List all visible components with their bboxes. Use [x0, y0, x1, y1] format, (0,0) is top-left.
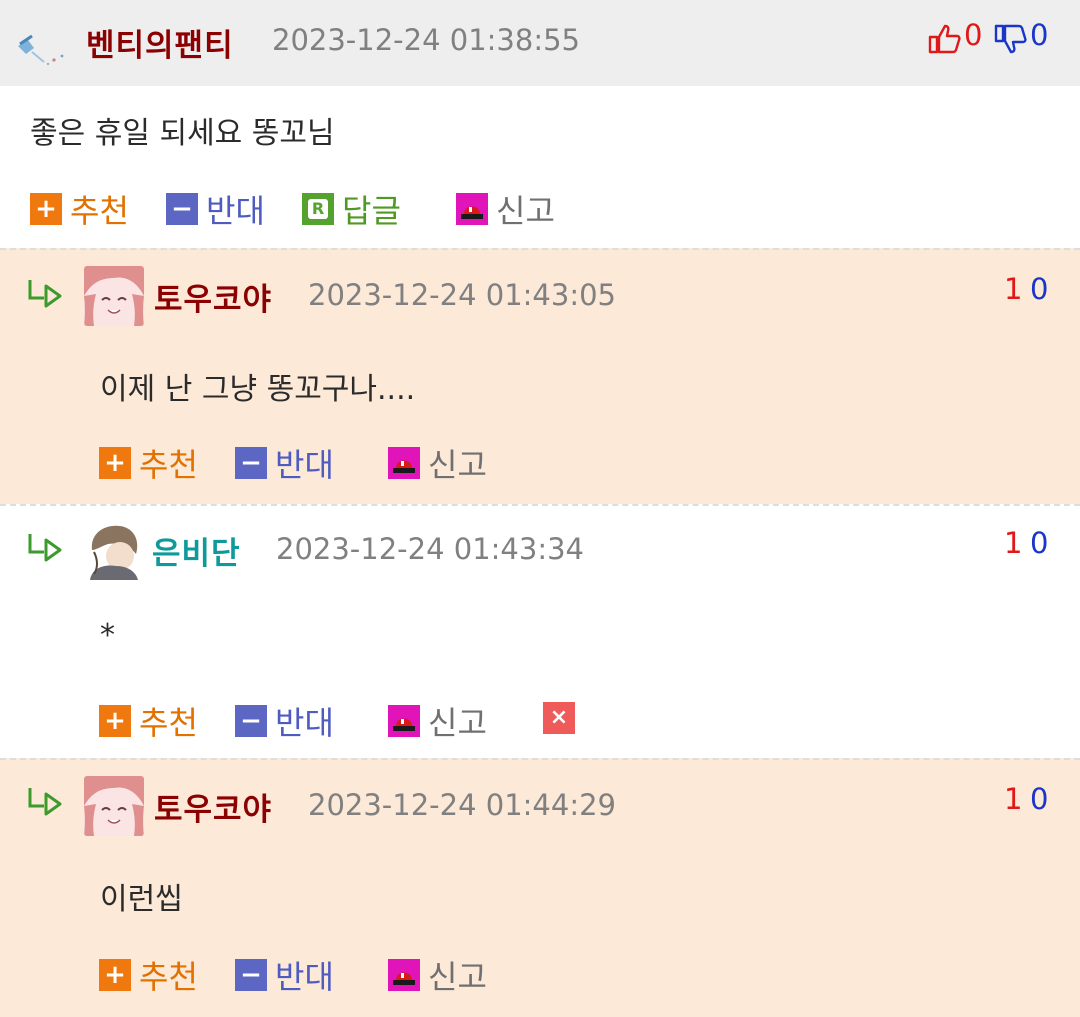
comment-author[interactable]: 벤티의팬티 — [86, 20, 234, 65]
oppose-button[interactable]: − 반대 — [235, 440, 334, 486]
comment-body: * — [100, 618, 115, 653]
recommend-button[interactable]: + 추천 — [99, 698, 198, 744]
siren-icon — [388, 959, 420, 991]
siren-icon — [456, 193, 488, 225]
recommend-button[interactable]: + 추천 — [99, 952, 198, 998]
reply-comment-item: 은비단 2023-12-24 01:43:34 1 0 * + 추천 − 반대 … — [0, 504, 1080, 760]
oppose-label: 반대 — [206, 192, 265, 230]
recommend-label: 추천 — [70, 192, 129, 230]
comment-timestamp: 2023-12-24 01:43:05 — [308, 278, 616, 312]
comment-timestamp: 2023-12-24 01:38:55 — [272, 23, 580, 57]
report-button[interactable]: 신고 — [456, 186, 555, 232]
oppose-button[interactable]: − 반대 — [235, 952, 334, 998]
recommend-label: 추천 — [139, 446, 198, 484]
oppose-button[interactable]: − 반대 — [235, 698, 334, 744]
report-button[interactable]: 신고 — [388, 440, 487, 486]
oppose-label: 반대 — [275, 446, 334, 484]
plus-icon: + — [99, 447, 131, 479]
comment-timestamp: 2023-12-24 01:44:29 — [308, 788, 616, 822]
downvote-count: 0 — [1030, 526, 1049, 560]
reply-comment-item: 토우코야 2023-12-24 01:44:29 1 0 이런씹 + 추천 − … — [0, 758, 1080, 1017]
report-label: 신고 — [428, 704, 487, 742]
oppose-button[interactable]: − 반대 — [166, 186, 265, 232]
close-icon: × — [543, 702, 575, 734]
comment-body: 이런씹 — [100, 882, 183, 917]
comment-header: 벤티의팬티 2023-12-24 01:38:55 0 0 — [0, 0, 1080, 86]
oppose-label: 반대 — [275, 704, 334, 742]
report-button[interactable]: 신고 — [388, 952, 487, 998]
minus-icon: − — [166, 193, 198, 225]
upvote-count: 0 — [964, 18, 983, 52]
comment-body: 이제 난 그냥 똥꼬구나.... — [100, 372, 416, 407]
plus-icon: + — [30, 193, 62, 225]
reply-label: 답글 — [342, 192, 401, 230]
avatar[interactable] — [84, 776, 144, 836]
thumbs-down-icon[interactable] — [994, 24, 1028, 54]
comment-timestamp: 2023-12-24 01:43:34 — [276, 532, 584, 566]
oppose-label: 반대 — [275, 958, 334, 996]
report-label: 신고 — [496, 192, 555, 230]
comment-author[interactable]: 토우코야 — [154, 784, 272, 829]
report-label: 신고 — [428, 958, 487, 996]
downvote-count: 0 — [1030, 272, 1049, 306]
minus-icon: − — [235, 447, 267, 479]
recommend-button[interactable]: + 추천 — [30, 186, 129, 232]
recommend-label: 추천 — [139, 958, 198, 996]
reply-icon: R — [302, 193, 334, 225]
reply-button[interactable]: R 답글 — [302, 186, 401, 232]
comment-item: 벤티의팬티 2023-12-24 01:38:55 0 0 좋은 휴일 되세요 … — [0, 0, 1080, 248]
downvote-count: 0 — [1030, 18, 1049, 52]
upvote-count: 1 — [1004, 782, 1023, 816]
comment-body: 좋은 휴일 되세요 똥꼬님 — [30, 116, 335, 151]
plus-icon: + — [99, 705, 131, 737]
recommend-button[interactable]: + 추천 — [99, 440, 198, 486]
minus-icon: − — [235, 959, 267, 991]
upvote-count: 1 — [1004, 272, 1023, 306]
avatar[interactable] — [84, 266, 144, 326]
comment-author[interactable]: 토우코야 — [154, 274, 272, 319]
delete-button[interactable]: × — [543, 702, 575, 734]
user-level-icon — [18, 34, 64, 66]
reply-arrow-icon — [28, 280, 62, 308]
upvote-count: 1 — [1004, 526, 1023, 560]
report-label: 신고 — [428, 446, 487, 484]
plus-icon: + — [99, 959, 131, 991]
siren-icon — [388, 705, 420, 737]
recommend-label: 추천 — [139, 704, 198, 742]
siren-icon — [388, 447, 420, 479]
downvote-count: 0 — [1030, 782, 1049, 816]
reply-comment-item: 토우코야 2023-12-24 01:43:05 1 0 이제 난 그냥 똥꼬구… — [0, 248, 1080, 506]
reply-arrow-icon — [28, 788, 62, 816]
report-button[interactable]: 신고 — [388, 698, 487, 744]
avatar[interactable] — [84, 520, 144, 580]
thumbs-up-icon[interactable] — [928, 24, 962, 54]
reply-arrow-icon — [28, 534, 62, 562]
minus-icon: − — [235, 705, 267, 737]
comment-author[interactable]: 은비단 — [152, 528, 241, 573]
